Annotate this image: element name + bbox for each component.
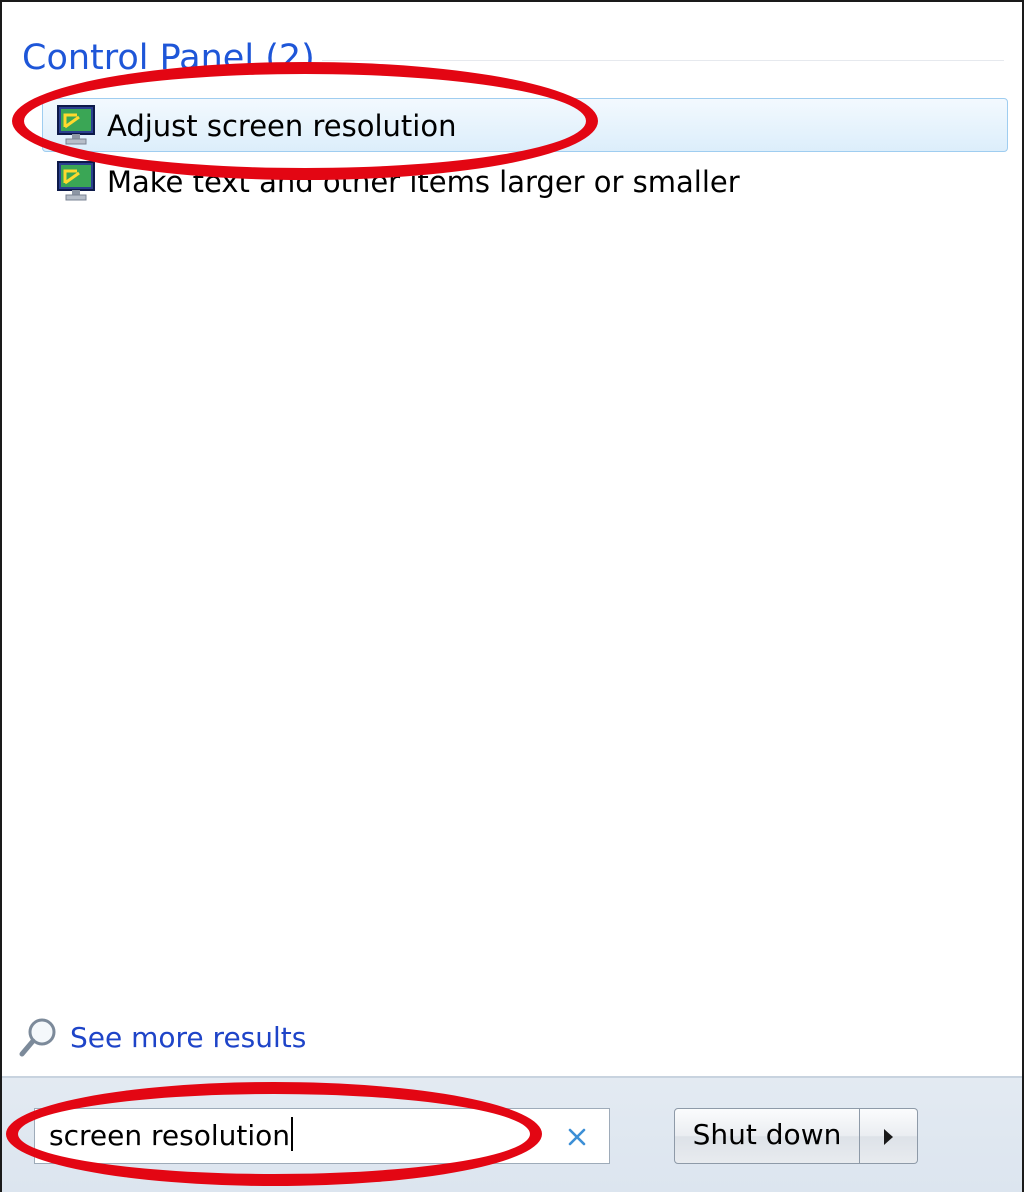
display-settings-icon: [57, 161, 95, 201]
display-settings-icon: [57, 105, 95, 145]
play-arrow-icon: [884, 1129, 893, 1145]
section-title-control-panel[interactable]: Control Panel (2): [22, 36, 315, 80]
shut-down-button[interactable]: Shut down: [674, 1108, 860, 1164]
section-header: Control Panel (2): [22, 36, 1006, 78]
section-divider: [322, 60, 1004, 61]
adjust-screen-resolution-item[interactable]: Adjust screen resolution: [42, 98, 1008, 152]
shut-down-options-button[interactable]: [860, 1108, 918, 1164]
search-input[interactable]: screen resolution: [34, 1108, 610, 1164]
power-controls: Shut down: [674, 1108, 920, 1164]
search-results-pane: Control Panel (2) Adjust screen resoluti…: [2, 2, 1022, 1076]
start-menu-panel: Control Panel (2) Adjust screen resoluti…: [0, 0, 1024, 1192]
make-text-larger-item[interactable]: Make text and other items larger or smal…: [42, 154, 1008, 208]
close-icon[interactable]: [561, 1119, 593, 1153]
start-menu-bottom-bar: screen resolution Shut down: [2, 1076, 1022, 1192]
see-more-label: See more results: [70, 1021, 307, 1054]
result-label: Make text and other items larger or smal…: [107, 165, 740, 199]
text-caret: [290, 1117, 293, 1151]
magnifier-icon: [19, 1018, 56, 1057]
result-label: Adjust screen resolution: [107, 109, 457, 143]
search-input-value: screen resolution: [49, 1114, 293, 1158]
search-query: screen resolution: [49, 1119, 290, 1152]
